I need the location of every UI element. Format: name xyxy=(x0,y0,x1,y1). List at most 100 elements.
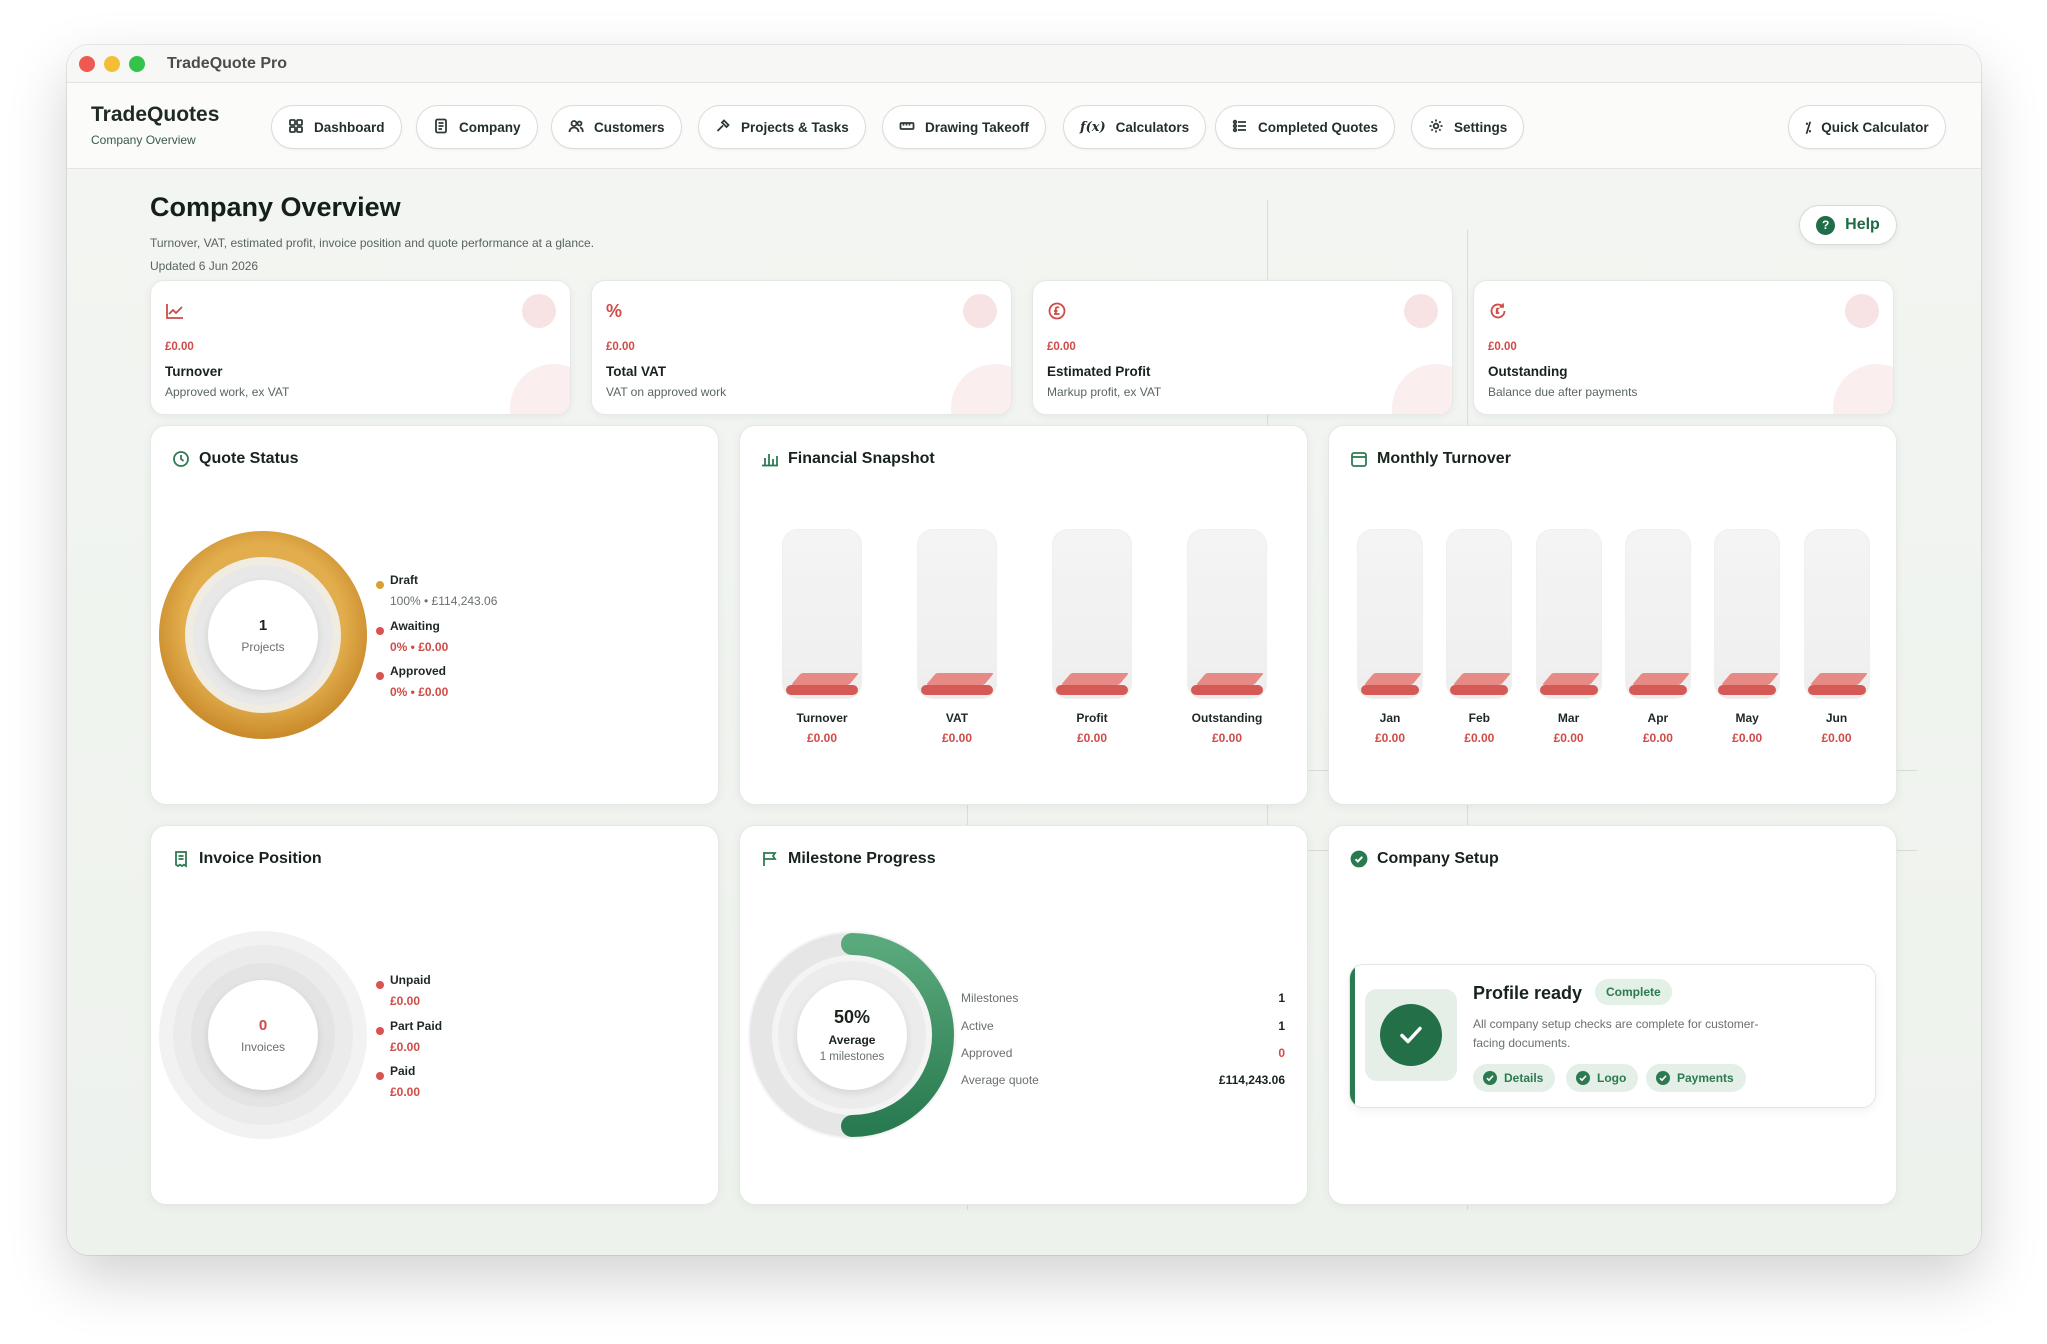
nav-drawing-takeoff-label: Drawing Takeoff xyxy=(925,119,1030,135)
nav-calculators-button[interactable]: f(x) Calculators xyxy=(1063,105,1207,149)
bar-label: Jan xyxy=(1379,711,1401,725)
stat-value: 0 xyxy=(1278,1046,1285,1060)
nav-customers-button[interactable]: Customers xyxy=(551,105,682,149)
zoom-window-button[interactable] xyxy=(129,56,145,72)
kpi-card-estimated-profit: £0.00 Estimated Profit Markup profit, ex… xyxy=(1032,280,1453,415)
chip-details: Details xyxy=(1473,1064,1556,1092)
profile-status-panel: Profile ready Complete All company setup… xyxy=(1349,964,1876,1108)
donut-center: 0 Invoices xyxy=(208,980,318,1090)
help-button[interactable]: ? Help xyxy=(1799,205,1897,245)
bar-value: £0.00 xyxy=(1732,731,1763,745)
legend-item-awaiting: Awaiting 0% • £0.00 xyxy=(376,619,448,654)
card-title: Invoice Position xyxy=(199,850,322,867)
bar-cap xyxy=(1453,673,1511,685)
kpi-label: Total VAT xyxy=(606,364,666,379)
kpi-description: Balance due after payments xyxy=(1488,385,1638,399)
close-window-button[interactable] xyxy=(79,56,95,72)
stat-label: Active xyxy=(961,1019,994,1033)
bar-cap xyxy=(926,673,995,685)
bar-cap xyxy=(1542,673,1601,685)
brand-subtitle: Company Overview xyxy=(91,133,196,147)
nav-completed-quotes-button[interactable]: Completed Quotes xyxy=(1215,105,1396,149)
stat-milestones: Milestones 1 xyxy=(961,991,1285,1005)
trend-chart-icon xyxy=(165,301,185,321)
chip-payments: Payments xyxy=(1646,1064,1746,1092)
bar-fill xyxy=(1539,685,1598,695)
bar-value: £0.00 xyxy=(1374,731,1406,745)
title-bar: TradeQuote Pro xyxy=(67,45,1981,83)
bar-value: £0.00 xyxy=(1211,731,1243,745)
nav-dashboard-button[interactable]: Dashboard xyxy=(271,105,402,149)
hammer-icon xyxy=(715,118,731,137)
legend-value: £0.00 xyxy=(390,1040,421,1054)
nav-company-button[interactable]: Company xyxy=(416,105,538,149)
bar-fill xyxy=(921,685,993,695)
bar-cap xyxy=(1810,673,1868,685)
quick-calculator-button[interactable]: ⁒ Quick Calculator xyxy=(1788,105,1946,149)
check-icon xyxy=(1656,1071,1670,1085)
nav-projects-button[interactable]: Projects & Tasks xyxy=(698,105,866,149)
stat-approved: Approved 0 xyxy=(961,1046,1285,1060)
bar-fill xyxy=(1628,685,1687,695)
bar-label: Jun xyxy=(1825,711,1848,725)
kpi-value: £0.00 xyxy=(606,341,635,353)
app-window: TradeQuote Pro TradeQuotes Company Overv… xyxy=(67,45,1981,1255)
updated-date: Updated 6 Jun 2026 xyxy=(150,259,259,273)
legend-name: Draft xyxy=(390,573,419,587)
bar-cap xyxy=(1721,673,1779,685)
ruler-icon xyxy=(899,118,915,137)
kpi-label: Estimated Profit xyxy=(1047,364,1151,379)
invoice-count: 0 xyxy=(258,1016,268,1034)
stat-label: Average quote xyxy=(961,1073,1039,1087)
bar-fill xyxy=(1718,685,1777,695)
decorative-dot xyxy=(1845,294,1879,328)
page-subtitle: Turnover, VAT, estimated profit, invoice… xyxy=(150,236,595,250)
kpi-description: Markup profit, ex VAT xyxy=(1047,385,1162,399)
bar-label: Turnover xyxy=(796,711,848,725)
nav-settings-button[interactable]: Settings xyxy=(1411,105,1525,149)
decorative-corner xyxy=(1392,364,1452,414)
checklist-icon xyxy=(1232,118,1248,137)
kpi-label: Turnover xyxy=(165,364,223,379)
bar-fill xyxy=(1056,685,1128,695)
bar-chart-icon xyxy=(761,450,779,468)
check-icon xyxy=(1576,1071,1590,1085)
bar-track xyxy=(1357,529,1423,699)
bar-value: £0.00 xyxy=(806,731,838,745)
brand: TradeQuotes Company Overview xyxy=(91,103,219,147)
kpi-value: £0.00 xyxy=(1488,341,1517,353)
bar-value: £0.00 xyxy=(1553,731,1584,745)
bar-cap xyxy=(1363,673,1422,685)
legend-name: Unpaid xyxy=(390,973,431,987)
check-icon xyxy=(1483,1071,1497,1085)
monthly-turnover-card: Monthly Turnover Jan £0.00 Feb £0.00 Mar £0.0… xyxy=(1328,425,1897,805)
status-accent-bar xyxy=(1350,965,1355,1107)
project-count: 1 xyxy=(258,616,268,634)
kpi-card-turnover: £0.00 Turnover Approved work, ex VAT xyxy=(150,280,571,415)
question-icon: ? xyxy=(1816,215,1836,235)
document-icon xyxy=(433,118,449,137)
check-circle-icon xyxy=(1350,850,1368,868)
nav-calculators-label: Calculators xyxy=(1115,119,1190,135)
nav-projects-label: Projects & Tasks xyxy=(741,119,849,135)
bar-fill xyxy=(1450,685,1509,695)
percent-calculator-icon: ⁒ xyxy=(1805,118,1812,135)
stat-active: Active 1 xyxy=(961,1019,1285,1033)
minimize-window-button[interactable] xyxy=(104,56,120,72)
bar-label: Apr xyxy=(1647,711,1669,725)
main-content: Company Overview Turnover, VAT, estimate… xyxy=(67,170,1981,1255)
kpi-description: VAT on approved work xyxy=(606,385,727,399)
calendar-icon xyxy=(1350,450,1368,468)
kpi-card-outstanding: £0.00 Outstanding Balance due after paym… xyxy=(1473,280,1894,415)
clock-icon xyxy=(172,450,190,468)
quote-status-card: Quote Status 1 Projects Draft 100% • £11… xyxy=(150,425,719,805)
donut-center: 1 Projects xyxy=(208,580,318,690)
card-title: Financial Snapshot xyxy=(788,450,935,467)
legend-item-part-paid: Part Paid £0.00 xyxy=(376,1019,442,1054)
bar-cap xyxy=(791,673,860,685)
project-count-label: Projects xyxy=(241,639,285,654)
decorative-dot xyxy=(1404,294,1438,328)
financial-snapshot-card: Financial Snapshot Turnover £0.00 VAT £0.00… xyxy=(739,425,1308,805)
legend-dot xyxy=(376,627,384,635)
nav-drawing-takeoff-button[interactable]: Drawing Takeoff xyxy=(882,105,1047,149)
